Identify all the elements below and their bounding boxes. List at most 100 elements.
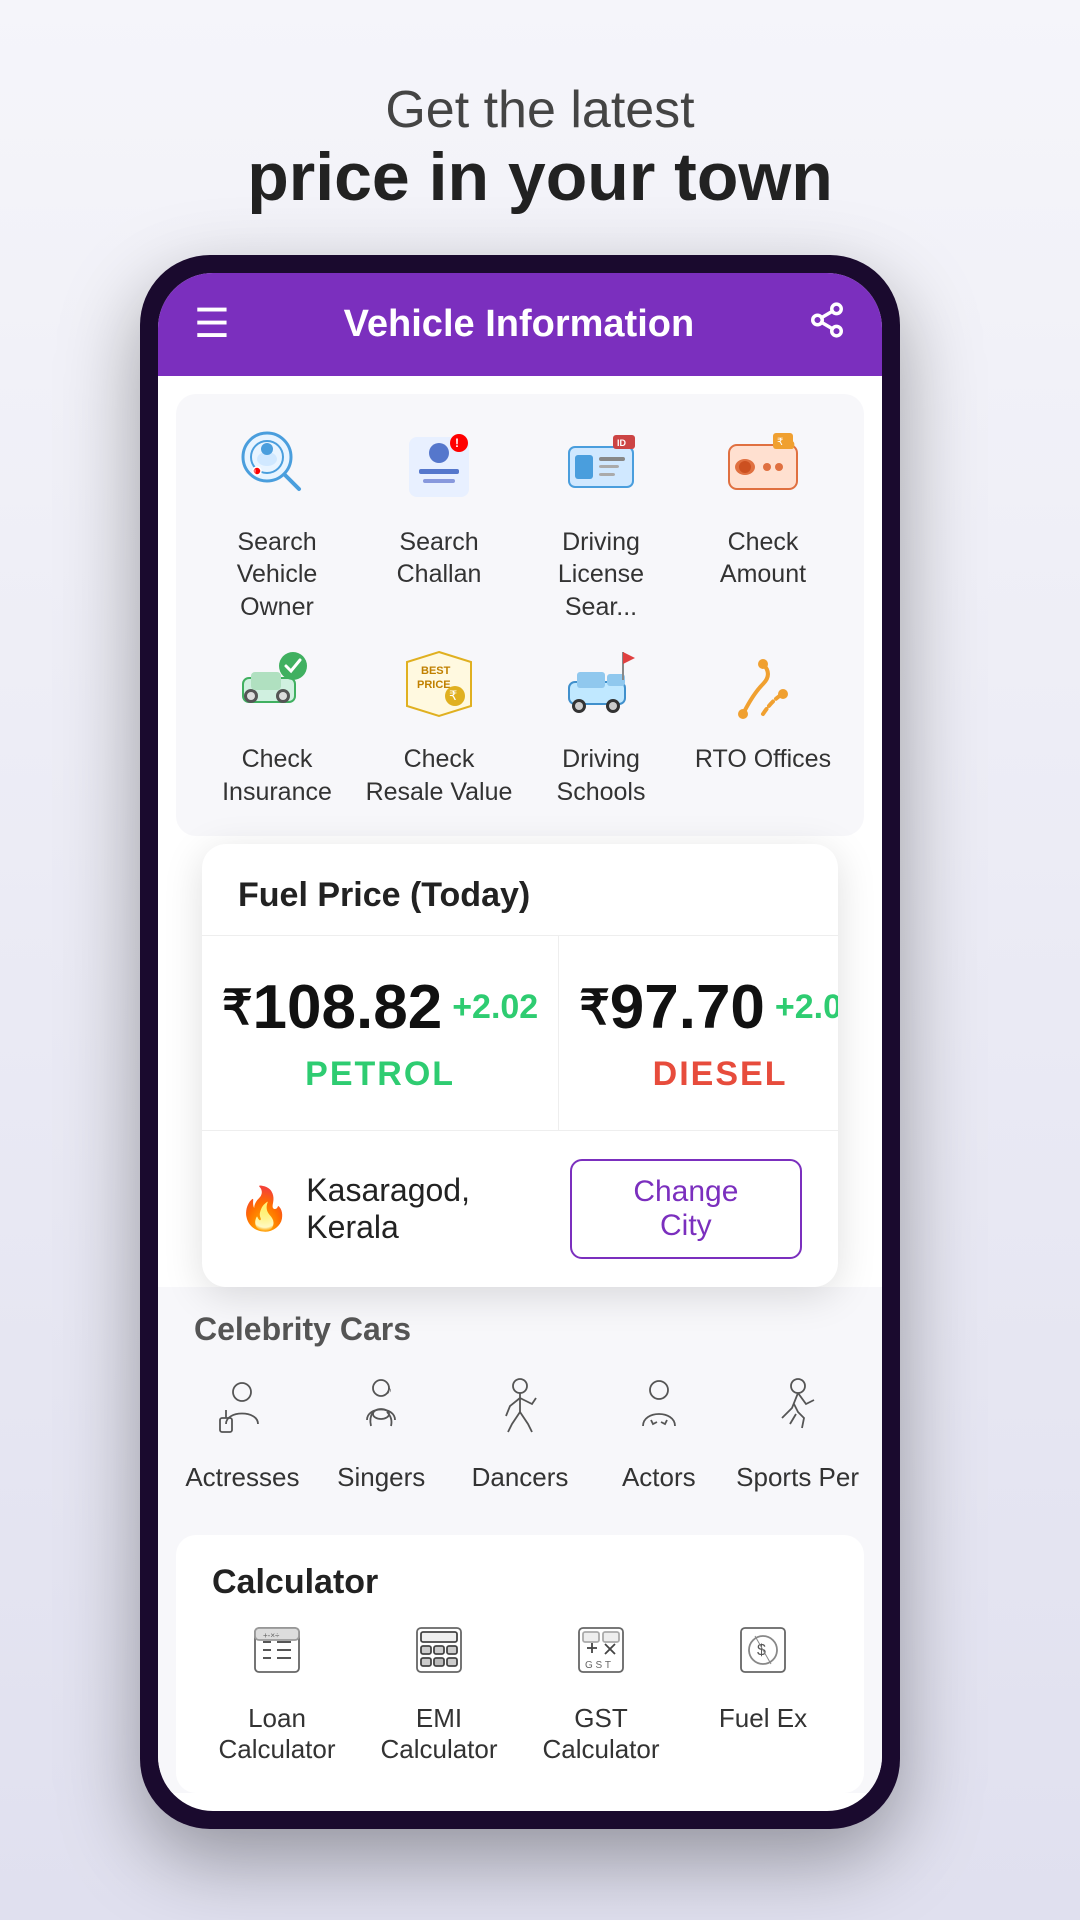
- loan-calculator-label: Loan Calculator: [197, 1703, 357, 1765]
- celebrity-section: Celebrity Cars Actre: [158, 1287, 882, 1793]
- grid-item-check-insurance[interactable]: Check Insurance: [202, 639, 352, 808]
- fuel-expense-label: Fuel Ex: [719, 1703, 807, 1734]
- grid-item-check-resale[interactable]: BEST PRICE ₹ Check Resale Value: [364, 639, 514, 808]
- driving-license-icon: ID: [556, 422, 646, 512]
- svg-text:G S T: G S T: [585, 1660, 611, 1671]
- svg-text:$: $: [757, 1642, 766, 1659]
- svg-text:ID: ID: [617, 438, 627, 448]
- loan-calculator-icon: +-×÷: [249, 1622, 305, 1691]
- diesel-col: ₹ 97.70 +2.01 DIESEL: [559, 936, 838, 1130]
- svg-text:+-×÷: +-×÷: [263, 1631, 280, 1640]
- vehicle-info-grid: ! Search Vehicle Owner: [176, 394, 864, 837]
- driving-schools-label: Driving Schools: [526, 743, 676, 808]
- svg-text:♪: ♪: [385, 1381, 392, 1397]
- diesel-change: +2.01: [775, 988, 838, 1027]
- calc-item-fuel[interactable]: $ Fuel Ex: [683, 1622, 843, 1765]
- svg-text:!: !: [455, 436, 459, 450]
- fuel-prices-row: ₹ 108.82 +2.02 PETROL ₹ 97.70: [202, 935, 838, 1131]
- check-amount-icon: % ₹: [718, 422, 808, 512]
- rto-offices-label: RTO Offices: [695, 743, 831, 776]
- grid-row-1: ! Search Vehicle Owner: [196, 422, 844, 624]
- grid-item-driving-schools[interactable]: Driving Schools: [526, 639, 676, 808]
- petrol-amount: 108.82: [253, 972, 443, 1043]
- singers-icon: ♪: [351, 1376, 411, 1450]
- diesel-rupee-symbol: ₹: [579, 980, 610, 1036]
- grid-item-search-challan[interactable]: ! Search Challan: [364, 422, 514, 624]
- petrol-rupee-symbol: ₹: [222, 980, 253, 1036]
- change-city-button[interactable]: Change City: [570, 1159, 802, 1259]
- search-vehicle-owner-icon: !: [232, 422, 322, 512]
- actresses-label: Actresses: [185, 1462, 299, 1493]
- petrol-amount-row: ₹ 108.82 +2.02: [222, 972, 538, 1043]
- search-challan-icon: !: [394, 422, 484, 512]
- fuel-drop-icon: 🔥: [238, 1185, 290, 1234]
- hero-subtitle: Get the latest: [247, 80, 833, 140]
- check-resale-label: Check Resale Value: [364, 743, 514, 808]
- svg-text:!: !: [254, 470, 256, 476]
- svg-text:₹: ₹: [777, 437, 783, 448]
- calc-item-emi[interactable]: EMI Calculator: [359, 1622, 519, 1765]
- celebrity-section-title: Celebrity Cars: [158, 1287, 882, 1360]
- rto-offices-icon: [718, 639, 808, 729]
- celebrity-item-dancers[interactable]: Dancers: [456, 1376, 585, 1493]
- sports-label: Sports Per: [736, 1462, 859, 1493]
- fuel-location-row: 🔥 Kasaragod, Kerala Change City: [202, 1131, 838, 1287]
- svg-text:PRICE: PRICE: [417, 679, 451, 691]
- calc-item-loan[interactable]: +-×÷ Loan Calculator: [197, 1622, 357, 1765]
- sports-icon: [768, 1376, 828, 1450]
- actors-icon: [629, 1376, 689, 1450]
- fuel-price-card: Fuel Price (Today) ₹ 108.82 +2.02 PETROL: [202, 844, 838, 1287]
- petrol-label: PETROL: [305, 1055, 455, 1094]
- celebrity-row: Actresses: [158, 1360, 882, 1517]
- celebrity-item-actresses[interactable]: Actresses: [178, 1376, 307, 1493]
- calculator-title: Calculator: [196, 1563, 844, 1622]
- fuel-price-title: Fuel Price (Today): [202, 844, 838, 935]
- location-info: 🔥 Kasaragod, Kerala: [238, 1172, 570, 1246]
- celebrity-item-singers[interactable]: ♪ Singers: [317, 1376, 446, 1493]
- hamburger-menu-icon[interactable]: ☰: [194, 301, 230, 347]
- share-icon[interactable]: [808, 301, 846, 348]
- phone-screen: ☰ Vehicle Information: [158, 273, 882, 1812]
- celebrity-item-actors[interactable]: Actors: [594, 1376, 723, 1493]
- calculator-row: +-×÷ Loan Calculator: [196, 1622, 844, 1765]
- gst-calculator-label: GST Calculator: [521, 1703, 681, 1765]
- check-insurance-label: Check Insurance: [202, 743, 352, 808]
- dancers-label: Dancers: [472, 1462, 569, 1493]
- grid-row-2: Check Insurance BEST PRICE ₹: [196, 639, 844, 808]
- page-background: Get the latest price in your town ☰ Vehi…: [0, 0, 1080, 1920]
- hero-section: Get the latest price in your town: [187, 0, 893, 255]
- diesel-amount: 97.70: [610, 972, 765, 1043]
- search-vehicle-owner-label: Search Vehicle Owner: [202, 526, 352, 624]
- hero-title: price in your town: [247, 140, 833, 215]
- app-header: ☰ Vehicle Information: [158, 273, 882, 376]
- dancers-icon: [490, 1376, 550, 1450]
- driving-license-label: Driving License Sear...: [526, 526, 676, 624]
- search-challan-label: Search Challan: [364, 526, 514, 591]
- grid-item-rto-offices[interactable]: RTO Offices: [688, 639, 838, 808]
- check-resale-icon: BEST PRICE ₹: [394, 639, 484, 729]
- location-text: Kasaragod, Kerala: [306, 1172, 569, 1246]
- app-title: Vehicle Information: [344, 303, 695, 346]
- emi-calculator-label: EMI Calculator: [359, 1703, 519, 1765]
- singers-label: Singers: [337, 1462, 425, 1493]
- petrol-col: ₹ 108.82 +2.02 PETROL: [202, 936, 559, 1130]
- diesel-amount-row: ₹ 97.70 +2.01: [579, 972, 838, 1043]
- grid-item-driving-license[interactable]: ID Driving License Sear...: [526, 422, 676, 624]
- svg-text:BEST: BEST: [421, 665, 451, 677]
- actresses-icon: [212, 1376, 272, 1450]
- check-amount-label: Check Amount: [688, 526, 838, 591]
- actors-label: Actors: [622, 1462, 696, 1493]
- check-insurance-icon: [232, 639, 322, 729]
- driving-schools-icon: [556, 639, 646, 729]
- grid-item-search-vehicle-owner[interactable]: ! Search Vehicle Owner: [202, 422, 352, 624]
- calc-item-gst[interactable]: G S T GST Calculator: [521, 1622, 681, 1765]
- petrol-change: +2.02: [452, 988, 538, 1027]
- emi-calculator-icon: [411, 1622, 467, 1691]
- gst-calculator-icon: G S T: [573, 1622, 629, 1691]
- diesel-label: DIESEL: [653, 1055, 788, 1094]
- grid-item-check-amount[interactable]: % ₹ Check Amount: [688, 422, 838, 624]
- phone-frame: ☰ Vehicle Information: [140, 255, 900, 1830]
- svg-text:₹: ₹: [449, 688, 457, 703]
- fuel-expense-icon: $: [735, 1622, 791, 1691]
- celebrity-item-sports[interactable]: Sports Per: [733, 1376, 862, 1493]
